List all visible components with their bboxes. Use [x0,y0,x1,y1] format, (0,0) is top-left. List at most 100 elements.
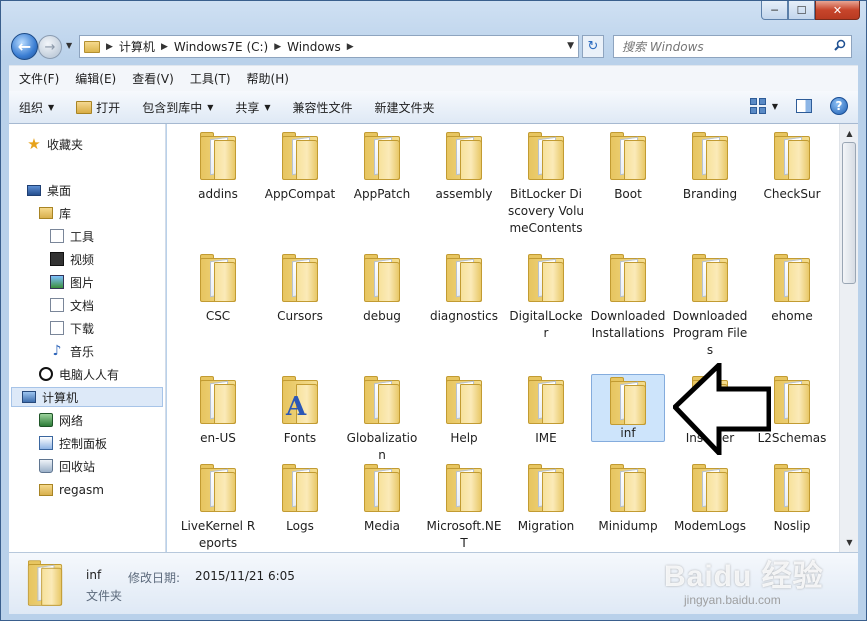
folder-item[interactable]: Noslip [751,456,833,535]
include-in-library-button[interactable]: 包含到库中 ▼ [142,99,213,116]
folder-item[interactable]: Downloaded Program Files [669,246,751,359]
folder-item[interactable]: Help [423,368,505,447]
nav-documents[interactable]: 文档 [50,295,94,315]
folder-item[interactable]: CSC [177,246,259,325]
refresh-button[interactable]: ↻ [582,35,604,58]
menu-help[interactable]: 帮助(H) [247,70,289,87]
folder-item[interactable]: Branding [669,124,751,203]
folder-item[interactable]: Globalization [341,368,423,464]
recent-pages-button[interactable]: ▼ [66,41,72,50]
address-dropdown-icon[interactable]: ▼ [567,41,574,51]
search-box[interactable] [613,35,852,58]
folder-item[interactable]: debug [341,246,423,325]
breadcrumb-computer[interactable]: 计算机 [119,38,155,55]
nav-recycle-bin[interactable]: 回收站 [39,456,95,476]
folder-item[interactable]: Boot [587,124,669,203]
forward-button[interactable]: → [38,35,62,59]
folder-item[interactable]: diagnostics [423,246,505,325]
folder-item[interactable]: Cursors [259,246,341,325]
new-folder-button[interactable]: 新建文件夹 [375,99,435,116]
breadcrumb-separator-icon[interactable]: ▶ [161,42,168,52]
folder-item[interactable]: assembly [423,124,505,203]
folder-item[interactable]: Migration [505,456,587,535]
folder-item[interactable]: A Fonts [259,368,341,447]
breadcrumb-separator-icon[interactable]: ▶ [347,42,354,52]
open-button[interactable]: 打开 [76,99,120,116]
nav-control-panel[interactable]: 控制面板 [39,433,107,453]
folder-name: IME [535,431,557,445]
folder-name: assembly [435,187,493,201]
folder-item[interactable]: CheckSur [751,124,833,203]
chevron-down-icon[interactable]: ▼ [772,102,778,111]
recycle-bin-icon [39,459,53,473]
nav-libraries[interactable]: 库 [39,203,71,223]
folder-item-selected[interactable]: inf [591,374,665,442]
compat-files-button[interactable]: 兼容性文件 [293,99,353,116]
folder-item[interactable]: DigitalLocker [505,246,587,342]
nav-label: 库 [59,206,72,221]
annotation-arrow-icon [673,363,771,455]
folder-name: BitLocker Discovery VolumeContents [507,187,585,235]
search-input[interactable] [614,36,824,57]
search-icon[interactable] [834,39,846,51]
folder-item[interactable]: Media [341,456,423,535]
breadcrumb-separator-icon[interactable]: ▶ [106,42,113,52]
breadcrumb-drive[interactable]: Windows7E (C:) [174,40,268,54]
network-icon [39,413,53,427]
folder-item[interactable]: Microsoft.NET [423,456,505,552]
preview-pane-icon[interactable] [796,99,812,113]
folder-item[interactable]: LiveKernel Reports [177,456,259,552]
nav-computer[interactable]: 计算机 [11,387,163,407]
user-avatar-icon [39,367,53,381]
selected-item-name: inf [86,568,102,582]
nav-music[interactable]: ♪ 音乐 [50,341,94,361]
folder-icon [282,254,318,302]
menu-tools[interactable]: 工具(T) [190,70,231,87]
nav-favorites[interactable]: ★ 收藏夹 [27,134,83,154]
folder-item[interactable]: ehome [751,246,833,325]
change-view-icon[interactable] [749,98,766,114]
nav-regasm[interactable]: regasm [39,480,104,500]
breadcrumb-windows[interactable]: Windows [287,40,341,54]
folder-item[interactable]: addins [177,124,259,203]
breadcrumb-separator-icon[interactable]: ▶ [274,42,281,52]
organize-button[interactable]: 组织 ▼ [19,99,54,116]
maximize-button[interactable]: ☐ [788,1,815,20]
folder-item[interactable]: Downloaded Installations [587,246,669,342]
nav-desktop[interactable]: 桌面 [27,180,71,200]
nav-tools[interactable]: 工具 [50,226,94,246]
help-icon[interactable]: ? [830,97,848,115]
nav-videos[interactable]: 视频 [50,249,94,269]
folder-item[interactable]: en-US [177,368,259,447]
menu-edit[interactable]: 编辑(E) [75,70,116,87]
nav-network[interactable]: 网络 [39,410,83,430]
menu-file[interactable]: 文件(F) [19,70,59,87]
nav-user[interactable]: 电脑人人有 [39,364,119,384]
folder-icon [446,254,482,302]
folder-icon [446,376,482,424]
nav-downloads[interactable]: 下载 [50,318,94,338]
back-button[interactable]: ← [11,33,38,60]
chevron-down-icon: ▼ [207,102,214,112]
control-panel-icon [39,436,53,450]
scroll-thumb[interactable] [842,142,856,284]
folder-name: Fonts [283,431,317,445]
folder-item[interactable]: BitLocker Discovery VolumeContents [505,124,587,237]
folder-item[interactable]: Logs [259,456,341,535]
folder-name: AppCompat [264,187,336,201]
close-button[interactable]: ✕ [815,1,860,20]
folder-item[interactable]: Minidump [587,456,669,535]
nav-label: 桌面 [47,183,72,198]
vertical-scrollbar[interactable]: ▲ ▼ [839,124,858,552]
folder-item[interactable]: IME [505,368,587,447]
folder-item[interactable]: AppPatch [341,124,423,203]
address-bar[interactable]: ▶ 计算机 ▶ Windows7E (C:) ▶ Windows ▶ ▼ [79,35,579,58]
minimize-button[interactable]: ─ [761,1,788,20]
folder-item[interactable]: AppCompat [259,124,341,203]
scroll-up-icon[interactable]: ▲ [841,125,858,142]
menu-view[interactable]: 查看(V) [132,70,174,87]
share-button[interactable]: 共享 ▼ [235,99,270,116]
folder-item[interactable]: ModemLogs [669,456,751,535]
nav-pictures[interactable]: 图片 [50,272,94,292]
nav-label: 音乐 [70,344,95,359]
